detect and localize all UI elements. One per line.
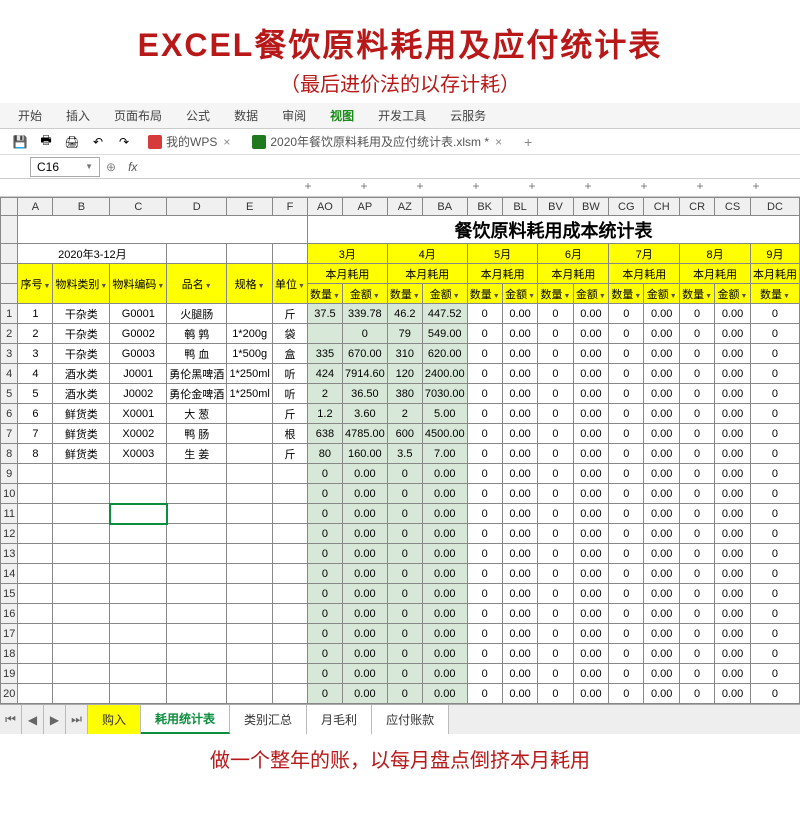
ribbon-tab-view[interactable]: 视图 xyxy=(330,107,354,124)
ribbon-tab[interactable]: 页面布局 xyxy=(114,107,162,124)
table-row[interactable]: 20 00.0000.00 00.0000.0000.0000.000 xyxy=(1,684,800,704)
document-tab[interactable]: 2020年餐饮原料耗用及应付统计表.xlsm *× xyxy=(246,133,508,150)
fx-label: fx xyxy=(128,160,137,174)
expand-icon[interactable]: + xyxy=(448,179,504,196)
table-row[interactable]: 33干杂类G0003鸭 血1*500g盒 335670.00310620.00 … xyxy=(1,344,800,364)
page-subtitle: （最后进价法的以存计耗） xyxy=(0,68,800,97)
sheet-tab[interactable]: 月毛利 xyxy=(307,705,372,734)
table-row[interactable]: 18 00.0000.00 00.0000.0000.0000.000 xyxy=(1,644,800,664)
ribbon-tab[interactable]: 插入 xyxy=(66,107,90,124)
table-row[interactable]: 13 00.0000.00 00.0000.0000.0000.000 xyxy=(1,544,800,564)
filter-header[interactable]: 单位 xyxy=(272,264,307,304)
ribbon-tab[interactable]: 公式 xyxy=(186,107,210,124)
filter-header[interactable]: 物料类别 xyxy=(53,264,110,304)
filter-header[interactable]: 序号 xyxy=(18,264,53,304)
table-row[interactable]: 11干杂类G0001火腿肠斤 37.5339.7846.2447.52 00.0… xyxy=(1,304,800,324)
wps-logo-icon xyxy=(148,135,162,149)
quick-toolbar: 💾 🖶 🖨 ↶ ↷ 我的WPS× 2020年餐饮原料耗用及应付统计表.xlsm … xyxy=(0,129,800,155)
prev-sheet-button[interactable]: ◀ xyxy=(22,705,44,734)
spreadsheet[interactable]: ABCDEFAOAPAZBABKBLBVBWCGCHCRCSDC 餐饮原料耗用成… xyxy=(0,197,800,704)
save-icon[interactable]: 💾 xyxy=(12,134,28,150)
date-span: 2020年3-12月 xyxy=(18,244,167,264)
table-row[interactable]: 19 00.0000.00 00.0000.0000.0000.000 xyxy=(1,664,800,684)
sheet-tabs-bar: ⏮ ◀ ▶ ⏭ 购入 耗用统计表 类别汇总 月毛利 应付账款 xyxy=(0,704,800,734)
next-sheet-button[interactable]: ▶ xyxy=(44,705,66,734)
expand-icon[interactable]: + xyxy=(392,179,448,196)
last-sheet-button[interactable]: ⏭ xyxy=(66,705,88,734)
expand-icon[interactable]: + xyxy=(280,179,336,196)
table-row[interactable]: 22干杂类G0002鹌 鹑1*200g袋 079549.00 00.0000.0… xyxy=(1,324,800,344)
undo-icon[interactable]: ↶ xyxy=(90,134,106,150)
table-row[interactable]: 55酒水类J0002勇伦金啤酒1*250ml听 236.503807030.00… xyxy=(1,384,800,404)
table-row[interactable]: 44酒水类J0001勇伦黑啤酒1*250ml听 4247914.60120240… xyxy=(1,364,800,384)
table-row[interactable]: 17 00.0000.00 00.0000.0000.0000.000 xyxy=(1,624,800,644)
print-preview-icon[interactable]: 🖨 xyxy=(64,134,80,150)
expand-icon[interactable]: + xyxy=(336,179,392,196)
ribbon-tab[interactable]: 云服务 xyxy=(450,107,486,124)
excel-file-icon xyxy=(252,135,266,149)
ribbon-tab[interactable]: 开发工具 xyxy=(378,107,426,124)
close-icon[interactable]: × xyxy=(495,135,502,149)
table-row[interactable]: 15 00.0000.00 00.0000.0000.0000.000 xyxy=(1,584,800,604)
sheet-tab[interactable]: 应付账款 xyxy=(372,705,449,734)
ribbon: 开始 插入 页面布局 公式 数据 审阅 视图 开发工具 云服务 xyxy=(0,103,800,129)
sheet-tab-active[interactable]: 耗用统计表 xyxy=(141,705,230,734)
expand-icon[interactable]: + xyxy=(672,179,728,196)
table-row[interactable]: 14 00.0000.00 00.0000.0000.0000.000 xyxy=(1,564,800,584)
table-row[interactable]: 77鲜货类X0002鸭 肠根 6384785.006004500.00 00.0… xyxy=(1,424,800,444)
redo-icon[interactable]: ↷ xyxy=(116,134,132,150)
name-box[interactable]: C16▼ xyxy=(30,157,100,177)
table-row[interactable]: 16 00.0000.00 00.0000.0000.0000.000 xyxy=(1,604,800,624)
wps-home-tab[interactable]: 我的WPS× xyxy=(142,133,236,150)
filter-header[interactable]: 品名 xyxy=(167,264,227,304)
sheet-tab[interactable]: 类别汇总 xyxy=(230,705,307,734)
table-row[interactable]: 10 00.0000.00 00.0000.0000.0000.000 xyxy=(1,484,800,504)
table-row[interactable]: 12 00.0000.00 00.0000.0000.0000.000 xyxy=(1,524,800,544)
sheet-tab[interactable]: 购入 xyxy=(88,705,141,734)
sheet-title: 餐饮原料耗用成本统计表 xyxy=(307,216,799,244)
expand-icon[interactable]: + xyxy=(504,179,560,196)
table-row[interactable]: 66鲜货类X0001大 葱斤 1.23.6025.00 00.0000.0000… xyxy=(1,404,800,424)
first-sheet-button[interactable]: ⏮ xyxy=(0,705,22,734)
footer-note: 做一个整年的账，以每月盘点倒挤本月耗用 xyxy=(0,744,800,773)
ribbon-tab[interactable]: 审阅 xyxy=(282,107,306,124)
expand-icon[interactable]: + xyxy=(616,179,672,196)
new-tab-button[interactable]: + xyxy=(524,134,532,150)
expand-icon[interactable]: + xyxy=(560,179,616,196)
table-row[interactable]: 88鲜货类X0003生 姜斤 80160.003.57.00 00.0000.0… xyxy=(1,444,800,464)
page-title: EXCEL餐饮原料耗用及应付统计表 xyxy=(0,20,800,66)
print-icon[interactable]: 🖶 xyxy=(38,134,54,150)
fx-icon[interactable]: ⊕ xyxy=(106,160,116,174)
outline-row: +++++++++ xyxy=(0,179,800,197)
filter-header[interactable]: 规格 xyxy=(227,264,273,304)
ribbon-tab[interactable]: 开始 xyxy=(18,107,42,124)
expand-icon[interactable]: + xyxy=(728,179,784,196)
table-row[interactable]: 9 00.0000.00 00.0000.0000.0000.000 xyxy=(1,464,800,484)
column-header-row: ABCDEFAOAPAZBABKBLBVBWCGCHCRCSDC xyxy=(1,198,800,216)
chevron-down-icon[interactable]: ▼ xyxy=(85,162,93,171)
ribbon-tab[interactable]: 数据 xyxy=(234,107,258,124)
close-icon[interactable]: × xyxy=(223,135,230,149)
table-row[interactable]: 11 00.0000.00 00.0000.0000.0000.000 xyxy=(1,504,800,524)
formula-bar: C16▼ ⊕ fx xyxy=(0,155,800,179)
filter-header[interactable]: 物料编码 xyxy=(110,264,167,304)
